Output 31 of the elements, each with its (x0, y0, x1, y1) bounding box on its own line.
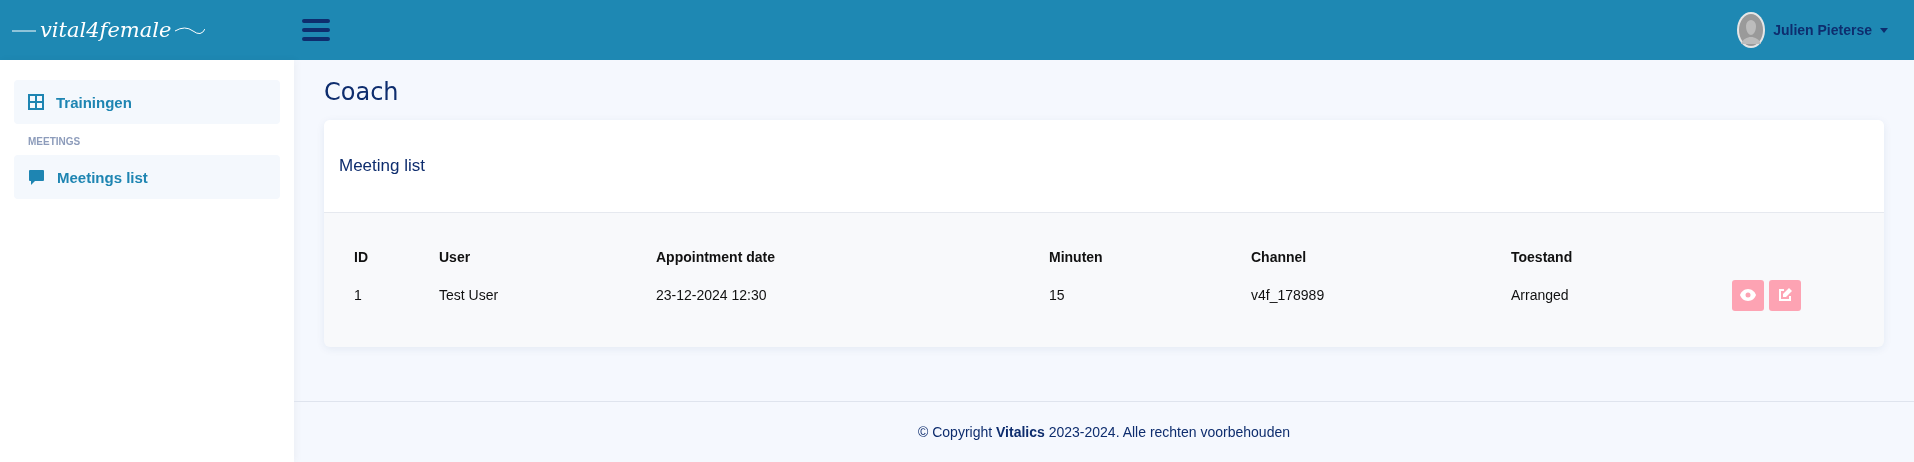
column-header: Appointment date (656, 248, 776, 267)
column-header: User (439, 248, 472, 267)
column-header: Toestand (1511, 248, 1574, 267)
swash-icon (175, 26, 206, 34)
column-header: ID (354, 248, 369, 267)
table-cell-text: 15 (1049, 286, 1066, 305)
eye-icon (1740, 289, 1756, 301)
table-cell-text: Arranged (1511, 286, 1570, 305)
swash-icon (12, 27, 36, 33)
card-title: Meeting list (339, 156, 425, 176)
sidebar-item[interactable]: Trainingen (14, 80, 280, 124)
logo: vital4female (40, 18, 172, 42)
table-cell-text: 1 (354, 286, 363, 305)
section-heading: MEETINGS (27, 135, 82, 149)
table-cell-text: v4f_178989 (1251, 286, 1326, 305)
copyright-text: © Copyright Vitalics 2023-2024. Alle rechten voorbehouden (918, 424, 1290, 440)
edit-icon (1778, 288, 1792, 302)
column-header: Channel (1251, 248, 1308, 267)
sidebar-item[interactable]: Meetings list (14, 155, 280, 199)
grid-icon (28, 94, 44, 110)
edit-button[interactable] (1769, 279, 1801, 311)
table-cell-text: Test User (439, 286, 500, 305)
table-cell-text: 23-12-2024 12:30 (656, 286, 768, 305)
chat-icon (28, 168, 45, 186)
view-button[interactable] (1732, 279, 1764, 311)
column-header: Minuten (1049, 248, 1104, 267)
menu-button[interactable] (302, 18, 330, 42)
user-menu[interactable]: Julien Pieterse (1731, 11, 1894, 49)
avatar-icon (1737, 12, 1766, 48)
caret-icon (1880, 27, 1888, 33)
page-title: Coach (324, 78, 400, 106)
